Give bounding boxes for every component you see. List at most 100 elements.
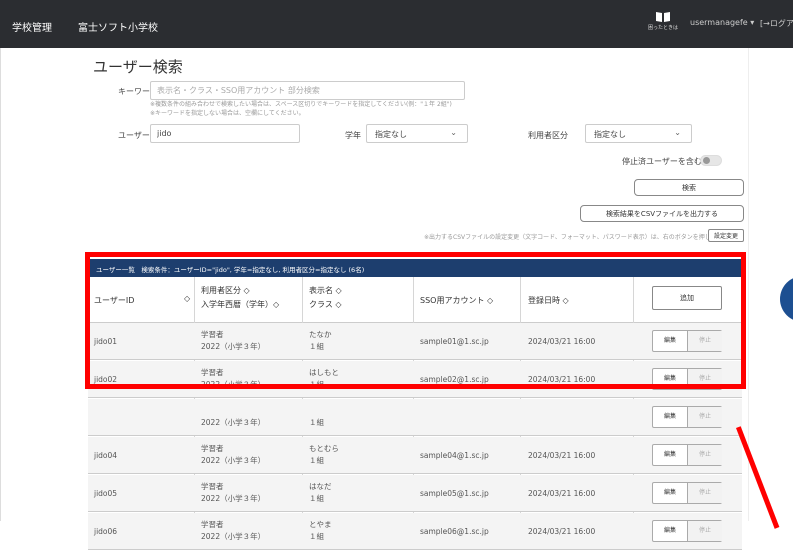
stop-button[interactable]: 停止 [688, 369, 722, 389]
cell-date: 2024/03/21 16:00 [528, 527, 596, 536]
cell-class: １組 [309, 380, 324, 389]
settings-button[interactable]: 設定変更 [708, 229, 744, 242]
table-row: jido04 学習者 2022（小学３年） もとむら １組 sample04@1.sc.j… [88, 437, 742, 474]
grade-label: 学年 [345, 131, 361, 140]
cell-name: はなだ [309, 482, 332, 491]
col-type[interactable]: 利用者区分 ◇ [201, 285, 250, 296]
grade-select-value: 指定なし [375, 130, 407, 139]
edit-button[interactable]: 編集 [653, 331, 688, 351]
cell-userid: jido06 [94, 527, 118, 536]
keyword-note-2: ※キーワードを指定しない場合は、空欄にしてください。 [150, 110, 305, 117]
cell-type: 学習者 [201, 482, 224, 491]
col-sso[interactable]: SSO用アカウント ◇ [420, 295, 493, 306]
page-title: ユーザー検索 [93, 58, 183, 76]
cell-date: 2024/03/21 16:00 [528, 451, 596, 460]
cell-year: 2022（小学３年） [201, 494, 266, 503]
cell-date: 2024/03/21 16:00 [528, 337, 596, 346]
include-stopped-label: 停止済ユーザーを含む [622, 157, 702, 166]
cell-class: １組 [309, 494, 324, 503]
cell-date: 2024/03/21 16:00 [528, 375, 596, 384]
edit-button[interactable]: 編集 [653, 445, 688, 465]
cell-name: もとむら [309, 444, 339, 453]
col-class[interactable]: クラス ◇ [309, 299, 342, 310]
edit-button[interactable]: 編集 [653, 521, 688, 541]
top-bar: 学校管理 富士ソフト小学校 困ったときは usermanagefe ▾ [→ログ… [0, 0, 793, 48]
keyword-note-1: ※複数条件の組み合わせで検索したい場合は、スペース区切りでキーワードを指定してく… [150, 101, 452, 108]
cell-date: 2024/03/21 16:00 [528, 489, 596, 498]
cell-class: １組 [309, 342, 324, 351]
table-column-header: ユーザーID ◇ 利用者区分 ◇ 入学年西暦（学年）◇ 表示名 ◇ クラス ◇ … [88, 277, 742, 323]
help-button[interactable]: 困ったときは [646, 11, 680, 31]
table-row: 2022（小学３年） １組 編集 停止 [88, 399, 742, 436]
row-actions: 編集 停止 [652, 330, 722, 352]
stop-button[interactable]: 停止 [688, 407, 722, 427]
cell-userid: jido02 [94, 375, 118, 384]
cell-year: 2022（小学３年） [201, 342, 266, 351]
left-divider [0, 48, 1, 521]
col-date[interactable]: 登録日時 ◇ [528, 295, 569, 306]
cell-name: はしもと [309, 368, 339, 377]
toggle-knob [703, 157, 710, 164]
cell-class: １組 [309, 418, 324, 427]
cell-sso: sample04@1.sc.jp [420, 451, 489, 460]
row-actions: 編集 停止 [652, 520, 722, 542]
school-name: 富士ソフト小学校 [78, 23, 158, 34]
col-year[interactable]: 入学年西暦（学年）◇ [201, 299, 279, 310]
cell-name: たなか [309, 330, 332, 339]
search-button[interactable]: 検索 [634, 179, 744, 196]
table-row: jido01 学習者 2022（小学３年） たなか １組 sample01@1.sc.jp… [88, 323, 742, 360]
row-actions: 編集 停止 [652, 368, 722, 390]
col-name[interactable]: 表示名 ◇ [309, 285, 342, 296]
stop-button[interactable]: 停止 [688, 331, 722, 351]
chevron-down-icon: ⌄ [450, 128, 457, 137]
stop-button[interactable]: 停止 [688, 521, 722, 541]
cell-sso: sample05@1.sc.jp [420, 489, 489, 498]
user-table: ユーザー一覧 検索条件：ユーザーID="jido", 学年=指定なし, 利用者区… [88, 259, 742, 550]
table-title-bar: ユーザー一覧 検索条件：ユーザーID="jido", 学年=指定なし, 利用者区… [88, 259, 742, 277]
callout-circle [780, 276, 793, 322]
cell-class: １組 [309, 532, 324, 541]
cell-userid: jido01 [94, 337, 118, 346]
cell-sso: sample06@1.sc.jp [420, 527, 489, 536]
keyword-input[interactable] [150, 81, 465, 100]
type-select-value: 指定なし [594, 130, 626, 139]
csv-note: ※出力するCSVファイルの設定変更（文字コード、フォーマット、パスワード表示）は… [424, 234, 747, 241]
logout-link[interactable]: [→ログアウ [760, 18, 793, 29]
chevron-down-icon: ⌄ [674, 128, 681, 137]
grade-select[interactable]: 指定なし ⌄ [366, 124, 468, 143]
edit-button[interactable]: 編集 [653, 369, 688, 389]
type-select[interactable]: 指定なし ⌄ [585, 124, 692, 143]
edit-button[interactable]: 編集 [653, 483, 688, 503]
row-actions: 編集 停止 [652, 444, 722, 466]
table-row: jido02 学習者 2022（小学３年） はしもと １組 sample02@1.sc.j… [88, 361, 742, 398]
cell-sso: sample01@1.sc.jp [420, 337, 489, 346]
add-user-button[interactable]: 追加 [652, 286, 722, 310]
userid-input[interactable] [150, 124, 300, 143]
col-userid[interactable]: ユーザーID [94, 295, 134, 306]
help-caption: 困ったときは [647, 25, 678, 31]
cell-type: 学習者 [201, 368, 224, 377]
row-actions: 編集 停止 [652, 406, 722, 428]
cell-year: 2022（小学３年） [201, 456, 266, 465]
cell-userid: jido04 [94, 451, 118, 460]
cell-year: 2022（小学３年） [201, 532, 266, 541]
app-brand[interactable]: 学校管理 [12, 19, 52, 34]
stop-button[interactable]: 停止 [688, 445, 722, 465]
sort-icon[interactable]: ◇ [184, 294, 190, 303]
cell-type: 学習者 [201, 330, 224, 339]
book-icon [656, 12, 670, 22]
annotation-line [736, 426, 780, 529]
table-row: jido05 学習者 2022（小学３年） はなだ １組 sample05@1.sc.jp… [88, 475, 742, 512]
row-actions: 編集 停止 [652, 482, 722, 504]
type-label: 利用者区分 [528, 131, 568, 140]
cell-sso: sample02@1.sc.jp [420, 375, 489, 384]
cell-class: １組 [309, 456, 324, 465]
cell-year: 2022（小学３年） [201, 418, 266, 427]
stop-button[interactable]: 停止 [688, 483, 722, 503]
csv-export-button[interactable]: 検索結果をCSVファイルを出力する [580, 205, 744, 222]
include-stopped-toggle[interactable] [700, 155, 722, 166]
user-menu[interactable]: usermanagefe ▾ [690, 18, 754, 27]
cell-type: 学習者 [201, 444, 224, 453]
cell-userid: jido05 [94, 489, 118, 498]
edit-button[interactable]: 編集 [653, 407, 688, 427]
